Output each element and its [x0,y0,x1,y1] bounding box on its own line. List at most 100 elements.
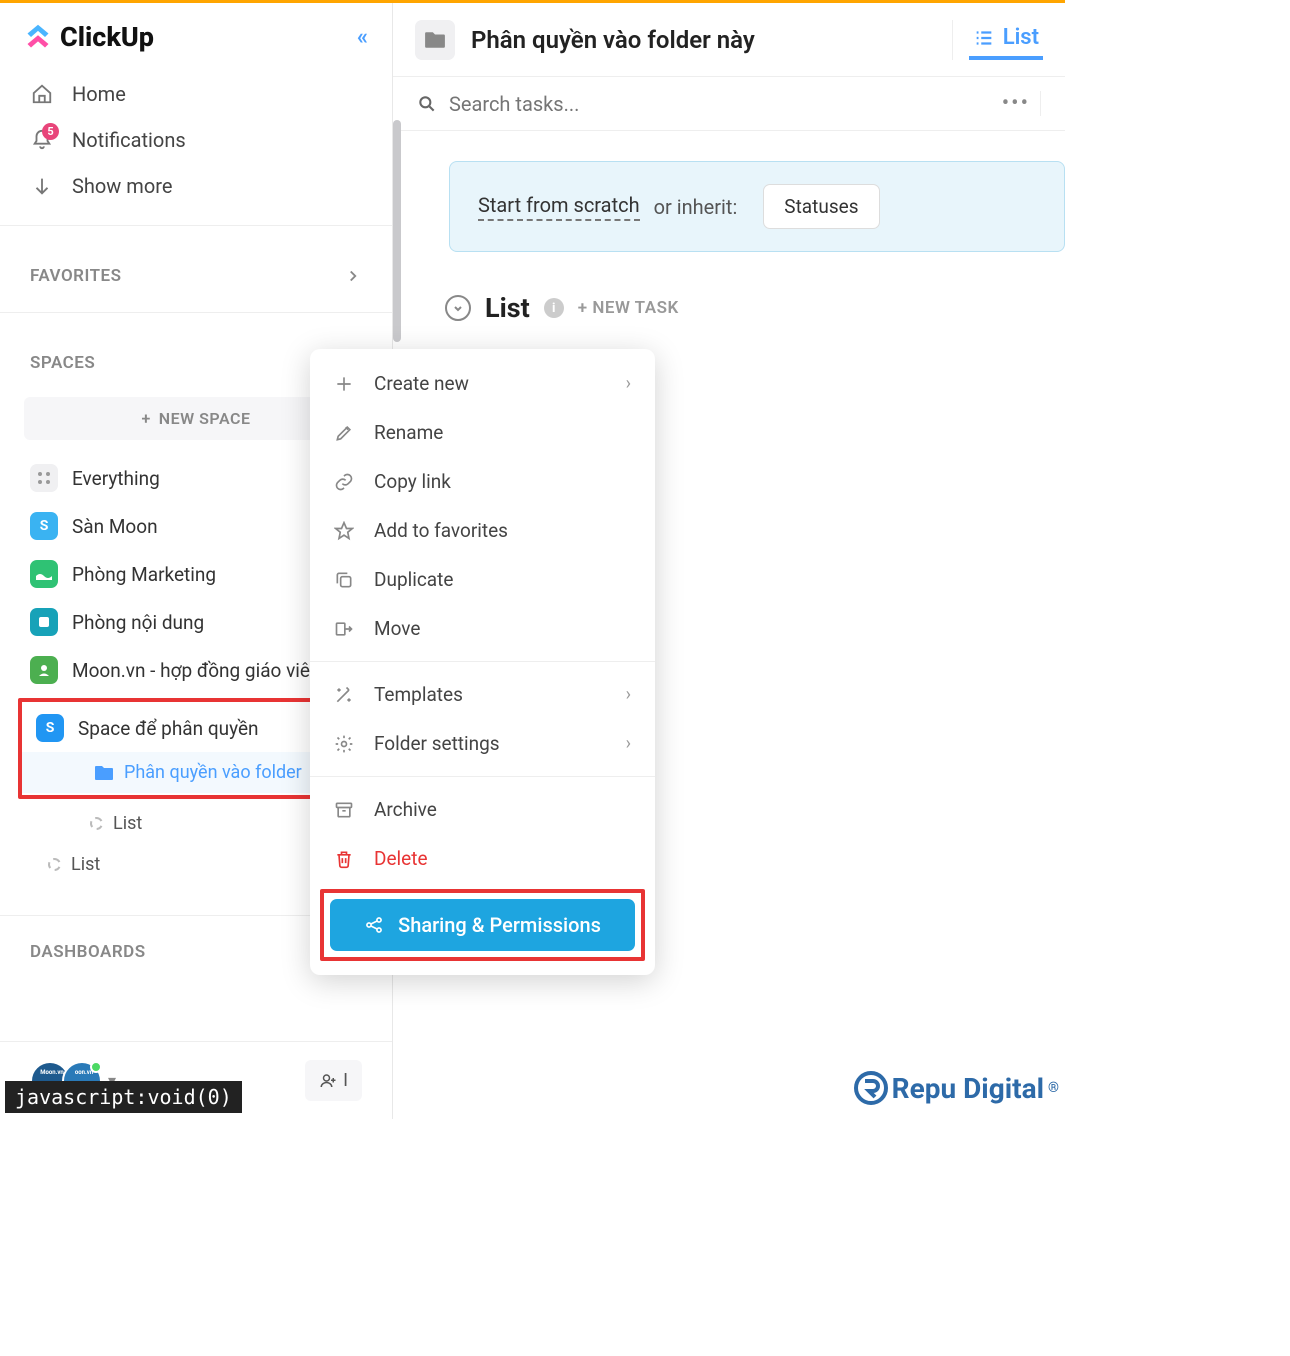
list-2-label: List [71,854,100,875]
search-input[interactable] [449,92,978,116]
favorites-label: FAVORITES [30,266,122,286]
menu-create-new-label: Create new [374,372,469,395]
menu-copy-link[interactable]: Copy link [310,457,655,506]
chevron-right-icon [344,267,362,285]
brand-logo[interactable]: ClickUp [24,21,154,53]
nav-notifications-label: Notifications [72,128,186,152]
or-inherit-label: or inherit: [654,195,738,219]
spaces-label: SPACES [30,353,95,373]
space-5-label: Space để phân quyền [78,717,259,740]
list-header: List i + NEW TASK [445,292,1041,324]
new-space-label: NEW SPACE [159,409,251,428]
menu-rename[interactable]: Rename [310,408,655,457]
trash-icon [334,849,356,869]
main-header: Phân quyền vào folder này List [393,3,1065,77]
menu-duplicate-label: Duplicate [374,568,453,591]
status-bar-link: javascript:void(0) [5,1081,242,1113]
plus-icon: + [142,409,151,428]
menu-delete[interactable]: Delete [310,834,655,883]
home-icon [30,82,54,106]
list-1-label: List [113,813,142,834]
arrow-down-icon [30,174,54,198]
gear-icon [334,734,356,754]
statuses-dropdown[interactable]: Statuses [763,184,879,229]
toolbar-row: ••• [393,77,1065,131]
nav-home[interactable]: Home [0,71,392,117]
favorites-section-header[interactable]: FAVORITES [0,242,392,296]
sidebar-collapse-button[interactable]: « [357,25,368,50]
search-tasks[interactable] [417,92,978,116]
online-indicator-icon [90,1061,102,1073]
folder-label: Phân quyền vào folder [124,762,302,783]
menu-divider [310,661,655,662]
space-2-label: Phòng Marketing [72,563,216,586]
menu-create-new[interactable]: Create new › [310,359,655,408]
nav-show-more-label: Show more [72,174,172,198]
status-inherit-banner: Start from scratch or inherit: Statuses [449,161,1065,252]
folder-context-menu: Create new › Rename Copy link Add to fav… [310,349,655,975]
menu-templates-label: Templates [374,683,463,706]
list-section: List i + NEW TASK [393,252,1065,324]
star-icon [334,521,356,541]
collapse-toggle-icon[interactable] [445,295,471,321]
divider [0,312,392,313]
menu-folder-settings-label: Folder settings [374,732,500,755]
new-task-button[interactable]: + NEW TASK [578,298,679,318]
start-from-scratch-link[interactable]: Start from scratch [478,193,640,221]
share-icon [364,915,384,935]
search-icon [417,94,437,114]
menu-rename-label: Rename [374,421,443,444]
wand-icon [334,685,356,705]
grid-icon [30,464,58,492]
space-3-label: Phòng nội dung [72,611,204,634]
folder-icon [94,764,114,782]
repu-logo-icon [854,1071,888,1105]
menu-move-label: Move [374,617,420,640]
menu-move[interactable]: Move [310,604,655,653]
menu-divider [310,776,655,777]
menu-duplicate[interactable]: Duplicate [310,555,655,604]
menu-sharing-permissions[interactable]: Sharing & Permissions [330,899,635,951]
more-actions-button[interactable]: ••• [992,91,1041,116]
invite-label: I [343,1070,348,1091]
notification-badge: 5 [42,123,59,140]
space-1-label: Sàn Moon [72,515,158,538]
list-heading: List [485,292,530,324]
sidebar-header: ClickUp « [0,3,392,71]
menu-add-favorites[interactable]: Add to favorites [310,506,655,555]
list-icon [973,27,995,49]
menu-folder-settings[interactable]: Folder settings › [310,719,655,768]
nav-notifications[interactable]: 5 Notifications [0,117,392,163]
menu-archive[interactable]: Archive [310,785,655,834]
scrollbar-thumb[interactable] [393,120,401,342]
chevron-right-icon: › [626,684,631,705]
clickup-logo-icon [24,23,52,51]
menu-add-favorites-label: Add to favorites [374,519,508,542]
registered-mark: ® [1048,1080,1059,1096]
nav-show-more[interactable]: Show more [0,163,392,209]
space-avatar: S [30,512,58,540]
invite-button[interactable]: I [305,1060,362,1101]
tab-list-view[interactable]: List [969,19,1043,60]
space-avatar: S [36,714,64,742]
page-title: Phân quyền vào folder này [471,26,936,54]
menu-templates[interactable]: Templates › [310,670,655,719]
menu-sharing-label: Sharing & Permissions [398,913,601,937]
watermark: Repu Digital® [854,1071,1059,1105]
pencil-icon [334,423,356,443]
link-icon [334,472,356,492]
plus-icon [334,374,356,394]
space-avatar [30,656,58,684]
folder-chip-icon[interactable] [415,20,455,60]
duplicate-icon [334,570,356,590]
tab-list-label: List [1003,25,1039,50]
dashboards-label: DASHBOARDS [30,942,146,962]
sharing-button-annotation: Sharing & Permissions [320,889,645,961]
info-icon[interactable]: i [544,298,564,318]
move-icon [334,619,356,639]
menu-archive-label: Archive [374,798,437,821]
menu-copy-link-label: Copy link [374,470,451,493]
chevron-right-icon: › [626,733,631,754]
divider [0,225,392,226]
brand-name: ClickUp [60,21,154,53]
